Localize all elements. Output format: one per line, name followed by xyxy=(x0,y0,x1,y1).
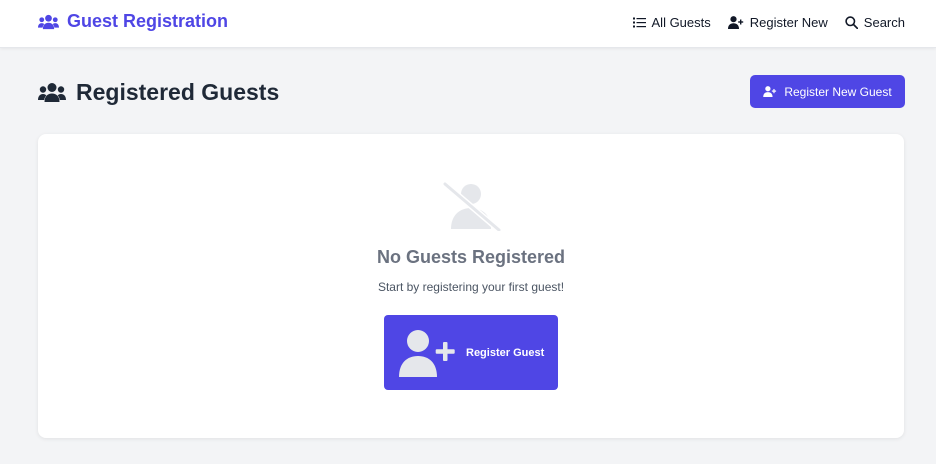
user-plus-icon xyxy=(763,86,777,97)
page-title: Registered Guests xyxy=(76,79,280,105)
register-guest-button[interactable]: Register Guest xyxy=(384,315,558,390)
nav-link-label: All Guests xyxy=(651,15,711,30)
guests-card: No Guests Registered Start by registerin… xyxy=(38,134,904,438)
search-icon xyxy=(845,16,858,29)
brand-link[interactable]: Guest Registration xyxy=(38,11,228,32)
register-new-guest-button[interactable]: Register New Guest xyxy=(750,75,905,108)
nav-link-all-guests[interactable]: All Guests xyxy=(632,15,711,30)
brand-title: Guest Registration xyxy=(67,11,229,31)
nav-link-search[interactable]: Search xyxy=(845,15,905,30)
empty-state-message: Start by registering your first guest! xyxy=(377,280,565,294)
empty-state-title: No Guests Registered xyxy=(376,247,566,267)
users-icon xyxy=(38,83,66,102)
navbar: Guest Registration All Guests Register N… xyxy=(0,0,936,48)
page-header: Registered Guests xyxy=(38,79,279,106)
register-guest-label: Register Guest xyxy=(466,346,545,359)
user-slash-icon xyxy=(442,181,501,231)
register-new-guest-label: Register New Guest xyxy=(784,84,892,99)
nav-link-register-new[interactable]: Register New xyxy=(727,15,828,30)
nav-links: All Guests Register New Search xyxy=(632,15,905,30)
list-icon xyxy=(632,17,646,28)
user-plus-icon xyxy=(399,329,455,377)
user-plus-icon xyxy=(727,16,743,29)
users-icon xyxy=(38,14,59,29)
nav-link-label: Search xyxy=(863,15,905,30)
nav-link-label: Register New xyxy=(749,15,828,30)
